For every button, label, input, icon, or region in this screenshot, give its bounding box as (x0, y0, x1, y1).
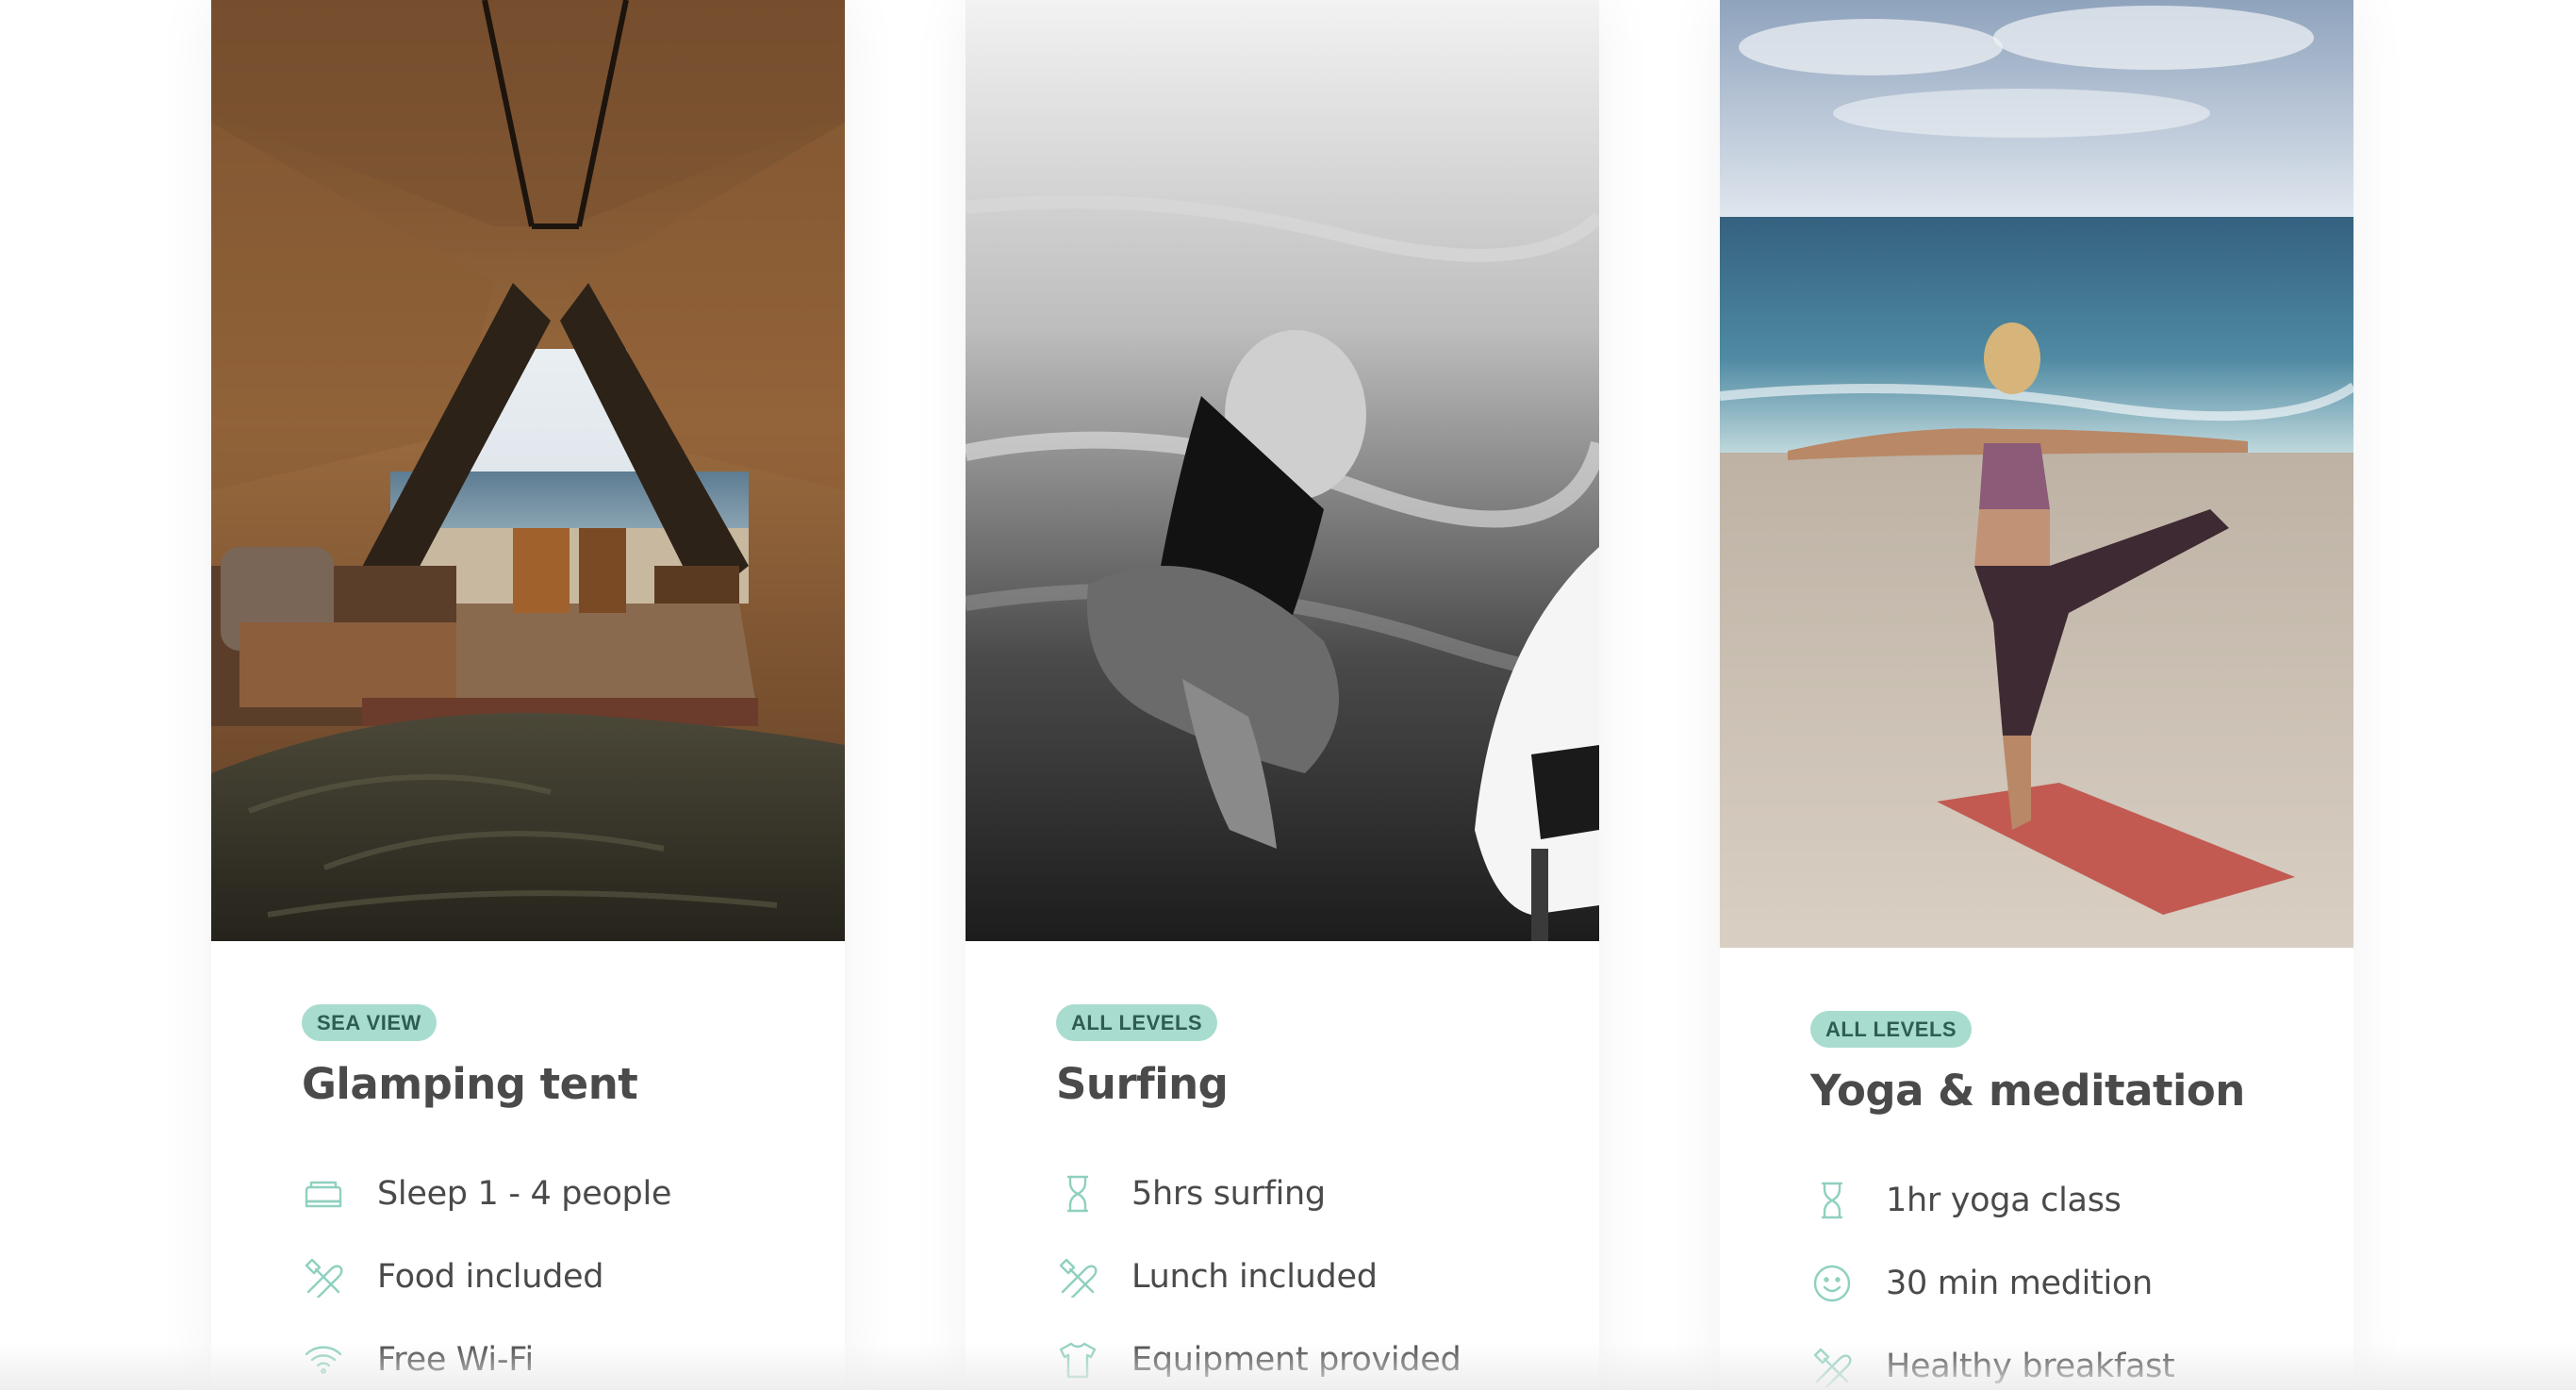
feature-item: Sleep 1 - 4 people (302, 1152, 807, 1235)
smiley-icon (1810, 1262, 1854, 1305)
hourglass-icon (1056, 1172, 1099, 1216)
feature-item: 5hrs surfing (1056, 1152, 1561, 1235)
feature-label: Sleep 1 - 4 people (377, 1175, 672, 1213)
card-glamping-tent[interactable]: SEA VIEW Glamping tent Sleep 1 - 4 peopl… (211, 0, 845, 1390)
bed-icon (302, 1172, 345, 1216)
feature-item: Healthy breakfast (1810, 1325, 2316, 1390)
feature-item: 1hr yoga class (1810, 1159, 2316, 1242)
card-title: Yoga & meditation (1810, 1066, 2245, 1116)
feature-item: 30 min medition (1810, 1242, 2316, 1325)
card-body: SEA VIEW Glamping tent Sleep 1 - 4 peopl… (302, 1004, 807, 1390)
feature-list: Sleep 1 - 4 people Food included Free Wi… (302, 1152, 807, 1390)
feature-label: Equipment provided (1131, 1341, 1461, 1379)
all-levels-badge: ALL LEVELS (1056, 1004, 1218, 1041)
feature-label: 30 min medition (1886, 1265, 2153, 1302)
feature-item: Equipment provided (1056, 1318, 1561, 1390)
surfing-photo (966, 0, 1599, 941)
feature-label: Lunch included (1131, 1258, 1378, 1296)
card-title: Glamping tent (302, 1059, 638, 1109)
feature-label: 1hr yoga class (1886, 1182, 2122, 1219)
fork-knife-icon (302, 1255, 345, 1299)
feature-list: 1hr yoga class 30 min medition Healthy b… (1810, 1159, 2316, 1390)
feature-item: Lunch included (1056, 1235, 1561, 1318)
feature-list: 5hrs surfing Lunch included Equipment pr… (1056, 1152, 1561, 1390)
page: SEA VIEW Glamping tent Sleep 1 - 4 peopl… (0, 0, 2576, 1390)
card-body: ALL LEVELS Yoga & meditation 1hr yoga cl… (1810, 1011, 2316, 1390)
tshirt-icon (1056, 1338, 1099, 1382)
glamping-tent-photo (211, 0, 845, 941)
card-body: ALL LEVELS Surfing 5hrs surfing Lunch in… (1056, 1004, 1561, 1390)
card-surfing[interactable]: ALL LEVELS Surfing 5hrs surfing Lunch in… (966, 0, 1599, 1390)
feature-label: 5hrs surfing (1131, 1175, 1326, 1213)
fork-knife-icon (1810, 1345, 1854, 1388)
yoga-photo (1720, 0, 2353, 948)
feature-label: Free Wi-Fi (377, 1341, 534, 1379)
feature-item: Food included (302, 1235, 807, 1318)
card-title: Surfing (1056, 1059, 1229, 1109)
all-levels-badge: ALL LEVELS (1810, 1011, 1973, 1048)
sea-view-badge: SEA VIEW (302, 1004, 437, 1041)
feature-item: Free Wi-Fi (302, 1318, 807, 1390)
fork-knife-icon (1056, 1255, 1099, 1299)
feature-label: Healthy breakfast (1886, 1348, 2175, 1385)
hourglass-icon (1810, 1179, 1854, 1222)
wifi-icon (302, 1338, 345, 1382)
feature-label: Food included (377, 1258, 604, 1296)
card-yoga-meditation[interactable]: ALL LEVELS Yoga & meditation 1hr yoga cl… (1720, 0, 2353, 1390)
